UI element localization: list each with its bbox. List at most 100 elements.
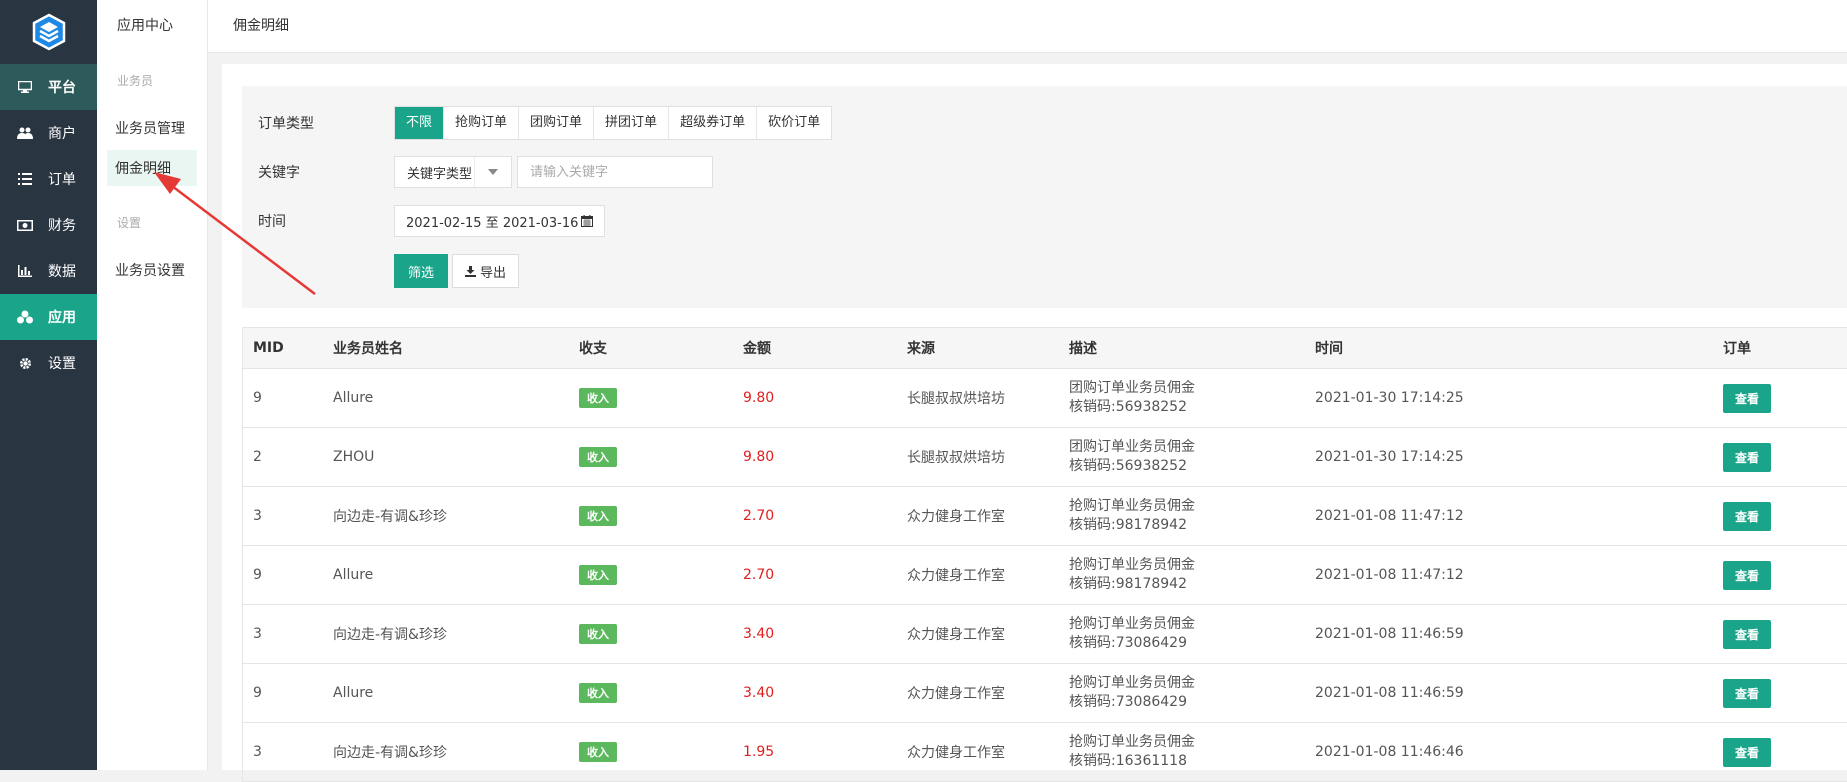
- cell-source: 长腿叔叔烘培坊: [897, 368, 1059, 428]
- view-order-button[interactable]: 查看: [1723, 737, 1772, 767]
- income-badge: 收入: [579, 683, 617, 703]
- cell-description: 抢购订单业务员佣金 核销码:73086429: [1059, 663, 1305, 723]
- table-row: 2 ZHOU 收入 9.80 长腿叔叔烘培坊 团购订单业务员佣金 核销码:5693…: [243, 427, 1847, 487]
- cell-mid: 9: [243, 663, 323, 723]
- desc-title: 抢购订单业务员佣金: [1069, 498, 1195, 514]
- chevron-down-icon: [488, 169, 498, 175]
- order-type-group-buy[interactable]: 团购订单: [518, 107, 593, 139]
- cell-description: 抢购订单业务员佣金 核销码:98178942: [1059, 545, 1305, 605]
- cell-source: 众力健身工作室: [897, 663, 1059, 723]
- view-order-button[interactable]: 查看: [1723, 383, 1772, 413]
- cell-time: 2021-01-08 11:47:12: [1305, 545, 1713, 605]
- desc-code: 核销码:56938252: [1069, 458, 1187, 474]
- date-range-picker[interactable]: 2021-02-15 至 2021-03-16: [394, 205, 606, 237]
- sub-nav-item-commission-detail[interactable]: 佣金明细: [107, 150, 197, 186]
- date-range-value: 2021-02-15 至 2021-03-16: [406, 215, 579, 231]
- view-order-button[interactable]: 查看: [1723, 560, 1772, 590]
- table-row: 3 向边走-有调&珍珍 收入 2.70 众力健身工作室 抢购订单业务员佣金 核销码…: [243, 486, 1847, 546]
- desc-code: 核销码:98178942: [1069, 517, 1187, 533]
- income-badge: 收入: [579, 447, 617, 467]
- sub-nav-item-salesman-manage[interactable]: 业务员管理: [107, 110, 197, 146]
- view-order-button[interactable]: 查看: [1723, 678, 1772, 708]
- sub-nav-item-salesman-settings[interactable]: 业务员设置: [107, 252, 197, 288]
- order-type-group: 不限 抢购订单 团购订单 拼团订单 超级券订单 砍价订单: [394, 106, 833, 140]
- keyword-type-select[interactable]: 关键字类型: [394, 156, 512, 188]
- cell-name: Allure: [323, 545, 569, 605]
- page-title: 佣金明细: [233, 18, 289, 34]
- cell-source: 众力健身工作室: [897, 604, 1059, 664]
- cell-mid: 2: [243, 427, 323, 487]
- view-order-button[interactable]: 查看: [1723, 619, 1772, 649]
- column-header-source: 来源: [897, 328, 1059, 369]
- desc-title: 团购订单业务员佣金: [1069, 380, 1195, 396]
- cell-time: 2021-01-30 17:14:25: [1305, 368, 1713, 428]
- time-row: 时间 2021-02-15 至 2021-03-16: [258, 205, 606, 237]
- cell-name: Allure: [323, 663, 569, 723]
- sub-nav-group-salesman: 业务员: [117, 74, 154, 88]
- nav-item-data[interactable]: 数据: [0, 248, 97, 294]
- filter-panel: 订单类型 不限 抢购订单 团购订单 拼团订单 超级券订单 砍价订单 关键字 关键…: [242, 86, 1847, 308]
- desc-code: 核销码:73086429: [1069, 635, 1187, 651]
- main-nav: 平台 商户 订单 财务 数据 应用 设置: [0, 0, 97, 770]
- nav-item-platform[interactable]: 平台: [0, 64, 97, 110]
- nav-label: 设置: [48, 356, 76, 372]
- sub-nav-header[interactable]: 应用中心: [97, 0, 207, 52]
- desc-title: 抢购订单业务员佣金: [1069, 616, 1195, 632]
- order-type-flash[interactable]: 抢购订单: [443, 107, 518, 139]
- view-order-button[interactable]: 查看: [1723, 442, 1772, 472]
- nav-label: 订单: [48, 172, 76, 188]
- nav-label: 商户: [48, 126, 76, 142]
- nav-item-merchant[interactable]: 商户: [0, 110, 97, 156]
- desc-code: 核销码:73086429: [1069, 694, 1187, 710]
- order-type-super-coupon[interactable]: 超级券订单: [668, 107, 756, 139]
- cell-amount: 2.70: [733, 486, 897, 546]
- time-label: 时间: [258, 214, 286, 230]
- cell-mid: 3: [243, 722, 323, 782]
- nav-label: 数据: [48, 264, 76, 280]
- desc-code: 核销码:56938252: [1069, 399, 1187, 415]
- cell-source: 众力健身工作室: [897, 545, 1059, 605]
- filter-button[interactable]: 筛选: [394, 254, 449, 288]
- logo-icon: [32, 13, 65, 51]
- order-type-pintuan[interactable]: 拼团订单: [593, 107, 668, 139]
- keyword-row: 关键字 关键字类型: [258, 156, 713, 188]
- main-content: 订单类型 不限 抢购订单 团购订单 拼团订单 超级券订单 砍价订单 关键字 关键…: [222, 64, 1847, 782]
- cell-name: 向边走-有调&珍珍: [323, 486, 569, 546]
- cell-amount: 9.80: [733, 368, 897, 428]
- top-bar: 佣金明细: [208, 0, 1847, 53]
- order-type-all[interactable]: 不限: [395, 107, 444, 139]
- bar-chart-icon: [16, 264, 34, 278]
- table-row: 9 Allure 收入 2.70 众力健身工作室 抢购订单业务员佣金 核销码:98…: [243, 545, 1847, 605]
- cell-time: 2021-01-08 11:46:46: [1305, 722, 1713, 782]
- cell-source: 长腿叔叔烘培坊: [897, 427, 1059, 487]
- desc-title: 抢购订单业务员佣金: [1069, 557, 1195, 573]
- income-badge: 收入: [579, 565, 617, 585]
- cell-time: 2021-01-08 11:46:59: [1305, 663, 1713, 723]
- income-badge: 收入: [579, 506, 617, 526]
- nav-item-apps[interactable]: 应用: [0, 294, 97, 340]
- income-badge: 收入: [579, 388, 617, 408]
- cell-mid: 3: [243, 604, 323, 664]
- order-type-bargain[interactable]: 砍价订单: [756, 107, 831, 139]
- view-order-button[interactable]: 查看: [1723, 501, 1772, 531]
- money-icon: [16, 218, 34, 232]
- keyword-type-value: 关键字类型: [407, 166, 473, 182]
- cell-time: 2021-01-08 11:47:12: [1305, 486, 1713, 546]
- export-button[interactable]: 导出: [452, 254, 520, 288]
- cell-name: 向边走-有调&珍珍: [323, 604, 569, 664]
- keyword-type-dropdown[interactable]: [474, 157, 511, 187]
- nav-item-order[interactable]: 订单: [0, 156, 97, 202]
- cell-mid: 9: [243, 368, 323, 428]
- nav-item-settings[interactable]: 设置: [0, 340, 97, 386]
- logo[interactable]: [0, 0, 97, 64]
- cell-mid: 3: [243, 486, 323, 546]
- column-header-amount: 金额: [733, 328, 897, 369]
- sub-nav-group-settings: 设置: [117, 216, 142, 230]
- keyword-input[interactable]: [517, 156, 713, 188]
- order-type-label: 订单类型: [258, 116, 314, 132]
- calendar-icon: [581, 215, 594, 227]
- nav-label: 财务: [48, 218, 76, 234]
- nav-item-finance[interactable]: 财务: [0, 202, 97, 248]
- desc-title: 团购订单业务员佣金: [1069, 439, 1195, 455]
- cell-amount: 1.95: [733, 722, 897, 782]
